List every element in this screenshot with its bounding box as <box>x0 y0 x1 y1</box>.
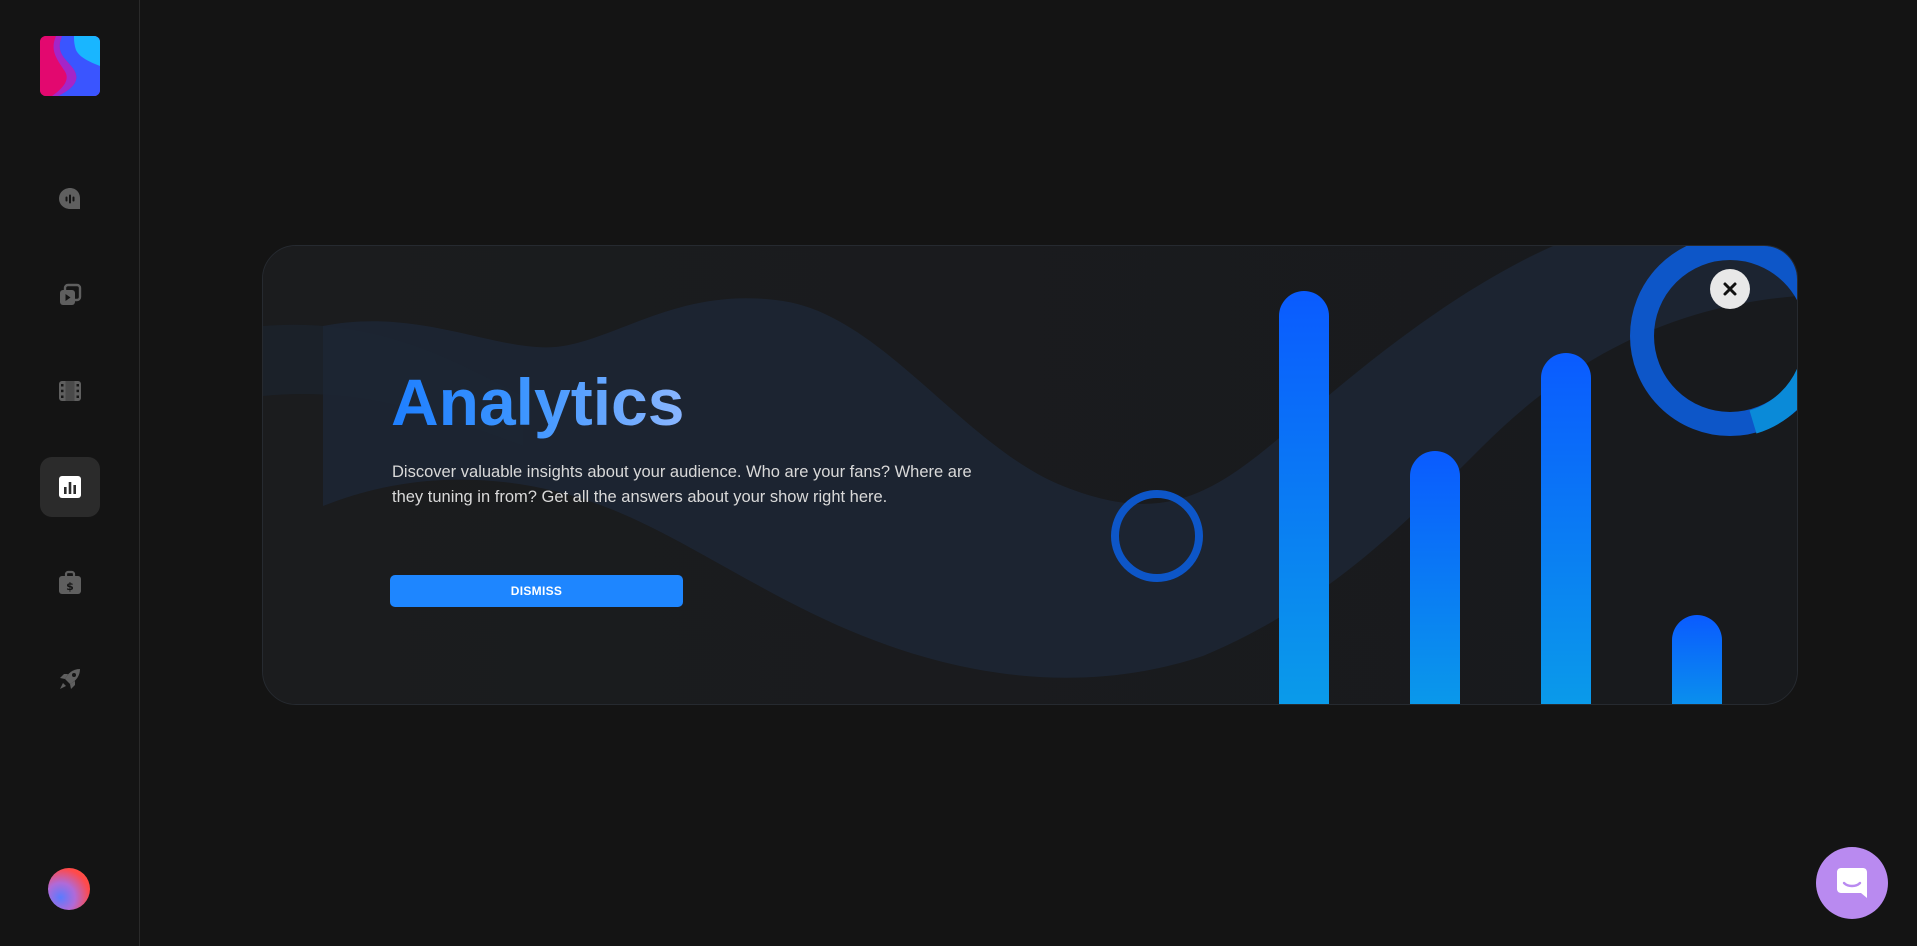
close-button[interactable] <box>1710 269 1750 309</box>
chat-launcher-button[interactable] <box>1816 847 1888 919</box>
app-root: $ Analytics Discover valuable insights a… <box>0 0 1917 946</box>
sidebar-item-video[interactable] <box>40 361 100 421</box>
video-film-icon <box>59 381 81 401</box>
monetization-briefcase-icon: $ <box>59 570 81 594</box>
logo-shape-icon <box>40 36 100 96</box>
banner-title: Analytics <box>391 365 685 439</box>
banner-description: Discover valuable insights about your au… <box>392 463 972 506</box>
sidebar-item-monetization[interactable]: $ <box>40 553 100 613</box>
sidebar-item-episodes[interactable] <box>40 265 100 325</box>
sidebar-item-boost[interactable] <box>40 649 100 709</box>
sidebar: $ <box>0 0 140 946</box>
user-avatar[interactable] <box>48 868 90 910</box>
podcast-icon <box>59 188 80 209</box>
sidebar-item-podcast[interactable] <box>40 169 100 229</box>
close-icon <box>1723 282 1737 296</box>
svg-text:$: $ <box>66 580 74 593</box>
dismiss-button[interactable]: DISMISS <box>390 575 683 607</box>
episodes-icon <box>60 283 82 305</box>
analytics-banner: Analytics Discover valuable insights abo… <box>262 245 1798 705</box>
sidebar-item-analytics[interactable] <box>40 457 100 517</box>
chat-icon <box>1837 868 1867 898</box>
app-logo[interactable] <box>40 36 100 96</box>
analytics-chart-icon <box>59 476 81 498</box>
rocket-icon <box>60 669 80 689</box>
